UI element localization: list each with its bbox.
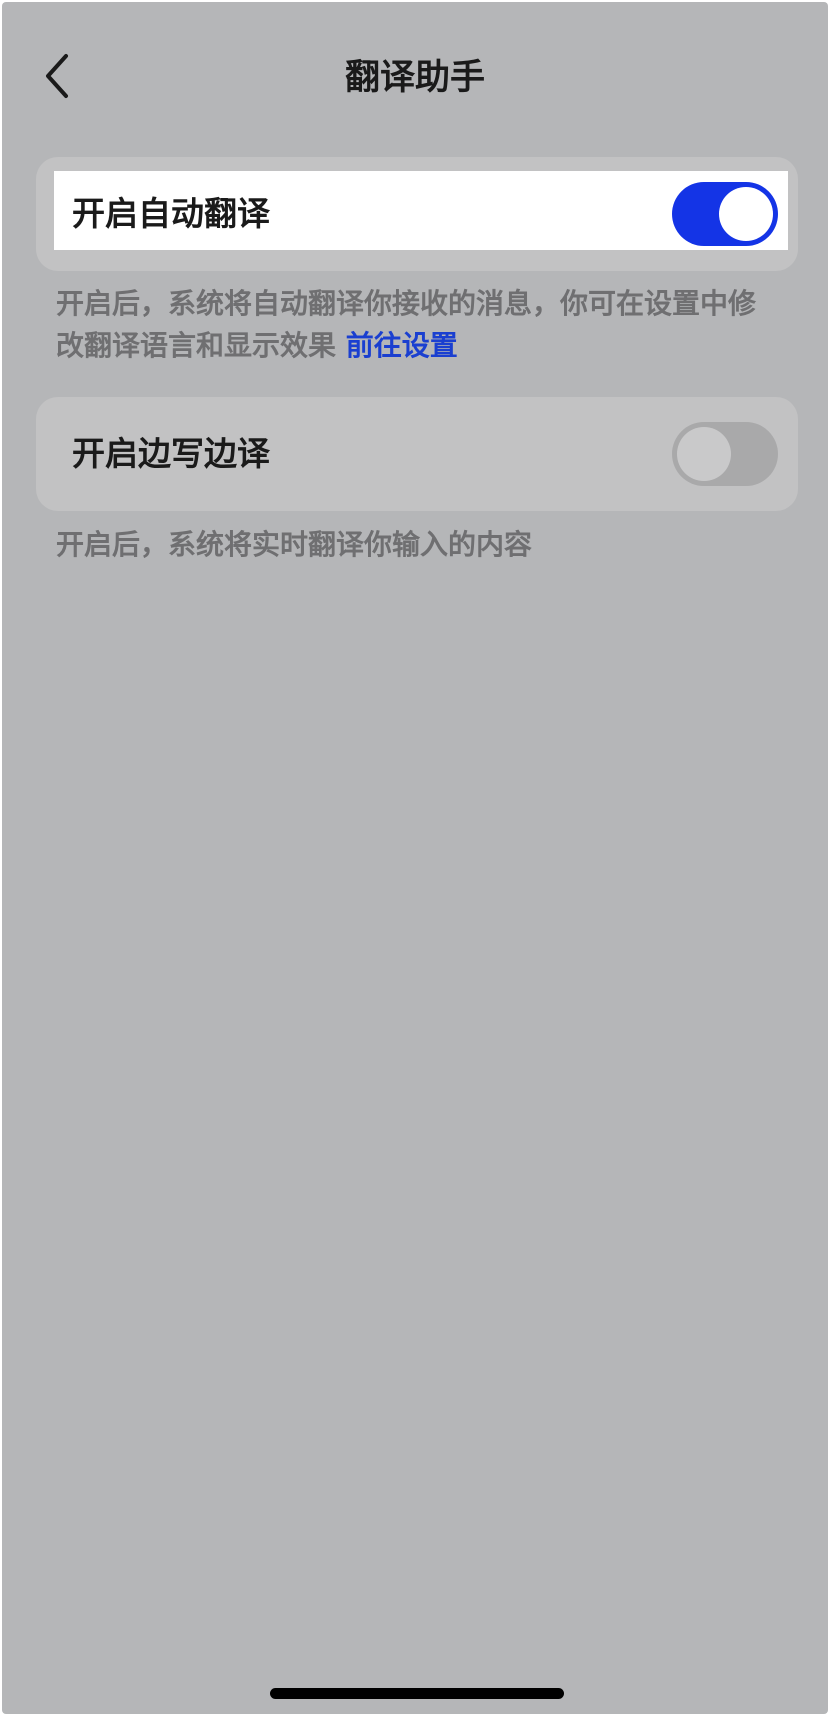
toggle-knob [719, 187, 773, 241]
write-translate-card: 开启边写边译 [36, 397, 798, 511]
home-indicator [270, 1688, 564, 1699]
navigation-bar: 翻译助手 [2, 2, 828, 152]
write-translate-label: 开启边写边译 [72, 434, 270, 473]
auto-translate-label: 开启自动翻译 [72, 194, 270, 233]
write-translate-toggle[interactable] [672, 422, 778, 486]
auto-translate-toggle[interactable] [672, 182, 778, 246]
page-title: 翻译助手 [344, 58, 485, 98]
auto-translate-description: 开启后，系统将自动翻译你接收的消息，你可在设置中修改翻译语言和显示效果 前往设置 [56, 283, 776, 367]
auto-translate-card: 开启自动翻译 [36, 157, 798, 271]
screen: 翻译助手 开启自动翻译 开启后，系统将自动翻译你接收的消息，你可在设置中修改翻译… [2, 2, 828, 1714]
toggle-knob [677, 427, 731, 481]
write-translate-description: 开启后，系统将实时翻译你输入的内容 [56, 528, 533, 561]
go-to-settings-link[interactable]: 前往设置 [346, 329, 458, 362]
